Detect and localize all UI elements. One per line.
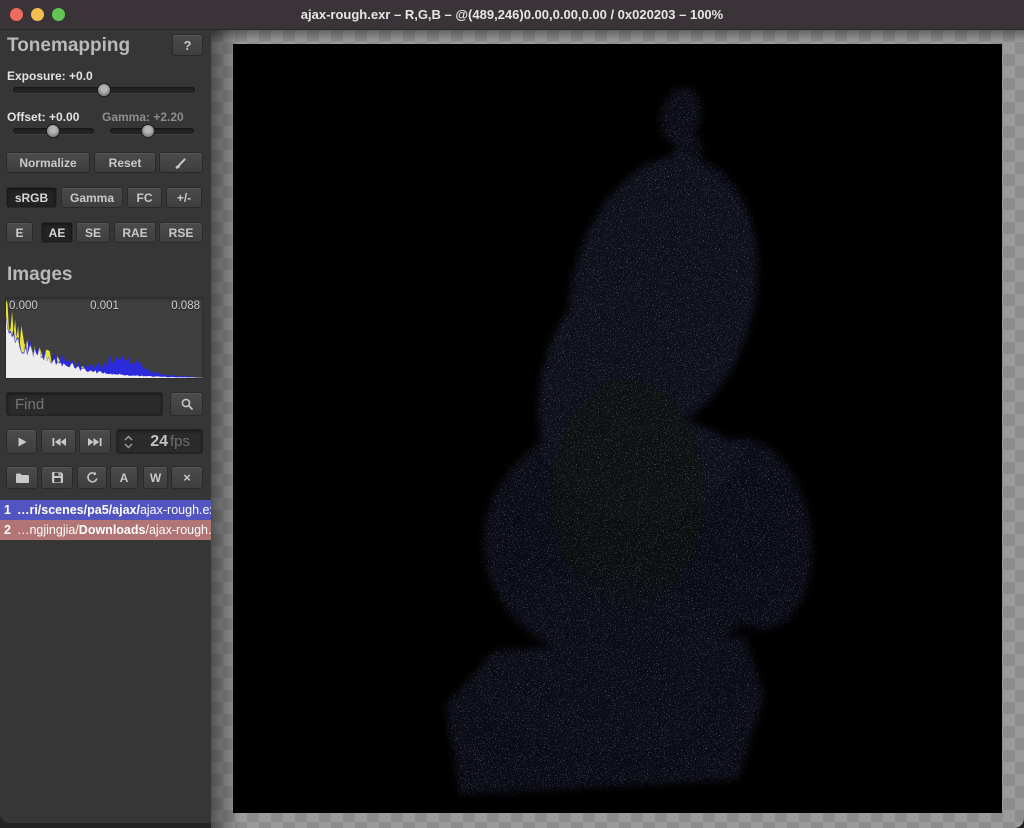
skip-next-icon [88, 437, 102, 446]
fps-value[interactable]: 24 [133, 433, 168, 451]
images-header: Images [7, 264, 73, 285]
image-path: …ri/scenes/pa5/ajax/ajax-rough.exr [16, 503, 211, 517]
save-image-button[interactable] [41, 466, 73, 489]
reload-icon [86, 471, 98, 483]
skip-next-button[interactable] [79, 429, 111, 454]
help-button[interactable]: ? [172, 34, 203, 56]
auto-reload-button[interactable]: A [110, 466, 138, 489]
find-input[interactable] [6, 392, 163, 416]
fps-unit-label: fps [169, 433, 190, 450]
tonemap-button-plusminus[interactable]: +/- [166, 187, 202, 208]
window-title: ajax-rough.exr – R,G,B – @(489,246)0.00,… [300, 7, 724, 22]
folder-icon [15, 473, 29, 483]
tonemapping-header: Tonemapping [7, 35, 131, 56]
image-list-item[interactable]: 2 …ngjingjia/Downloads/ajax-rough.exr [0, 520, 211, 540]
skip-previous-icon [52, 437, 66, 446]
exposure-slider-knob[interactable] [97, 83, 111, 97]
fps-stepper[interactable] [124, 434, 133, 449]
gamma-label: Gamma: +2.20 [102, 110, 184, 124]
watch-files-button[interactable]: W [143, 466, 168, 489]
metric-button-rae[interactable]: RAE [114, 222, 156, 243]
gamma-slider-knob[interactable] [140, 124, 155, 138]
fps-spinner[interactable]: 24 fps [116, 429, 203, 454]
brush-icon [175, 157, 186, 169]
metric-button-e[interactable]: E [6, 222, 33, 243]
offset-slider[interactable] [13, 124, 94, 138]
open-image-button[interactable] [6, 466, 38, 489]
skip-previous-button[interactable] [41, 429, 76, 454]
metric-button-se[interactable]: SE [76, 222, 110, 243]
search-icon [181, 398, 193, 410]
titlebar: ajax-rough.exr – R,G,B – @(489,246)0.00,… [0, 0, 1024, 30]
close-image-button[interactable]: × [171, 466, 203, 489]
image-list-item-selected[interactable]: 1 …ri/scenes/pa5/ajax/ajax-rough.exr [0, 500, 211, 520]
offset-slider-knob[interactable] [45, 124, 60, 138]
image-index: 2 [4, 523, 11, 537]
metric-button-rse[interactable]: RSE [159, 222, 203, 243]
search-button[interactable] [170, 392, 203, 416]
exposure-label: Exposure: +0.0 [7, 69, 93, 83]
play-icon [18, 437, 26, 446]
tonemap-button-gamma[interactable]: Gamma [61, 187, 123, 208]
gamma-slider[interactable] [110, 124, 194, 138]
offset-label: Offset: +0.00 [7, 110, 80, 124]
image-list: 1 …ri/scenes/pa5/ajax/ajax-rough.exr 2 …ngj… [0, 500, 211, 540]
action-button-normalize[interactable]: Normalize [6, 152, 90, 173]
image-viewer[interactable] [211, 30, 1024, 828]
exposure-slider[interactable] [13, 83, 195, 97]
brush-button[interactable] [159, 152, 203, 173]
rendered-image[interactable] [233, 44, 1002, 813]
sidebar: Tonemapping ? Exposure: +0.0 Offset: +0.… [0, 30, 211, 823]
image-index: 1 [4, 503, 11, 517]
image-path: …ngjingjia/Downloads/ajax-rough.exr [16, 523, 211, 537]
save-icon [51, 472, 63, 483]
histogram[interactable]: 0.000 0.001 0.088 [5, 297, 204, 379]
metric-button-ae[interactable]: AE [41, 222, 73, 243]
chevron-up-icon[interactable] [124, 434, 133, 441]
histogram-max-label: 0.088 [171, 300, 200, 312]
reload-image-button[interactable] [77, 466, 107, 489]
tonemap-button-fc[interactable]: FC [127, 187, 162, 208]
action-button-reset[interactable]: Reset [94, 152, 156, 173]
tonemap-button-srgb[interactable]: sRGB [6, 187, 57, 208]
play-button[interactable] [6, 429, 37, 454]
ajax-bust-render [233, 44, 1002, 813]
chevron-down-icon[interactable] [124, 442, 133, 449]
